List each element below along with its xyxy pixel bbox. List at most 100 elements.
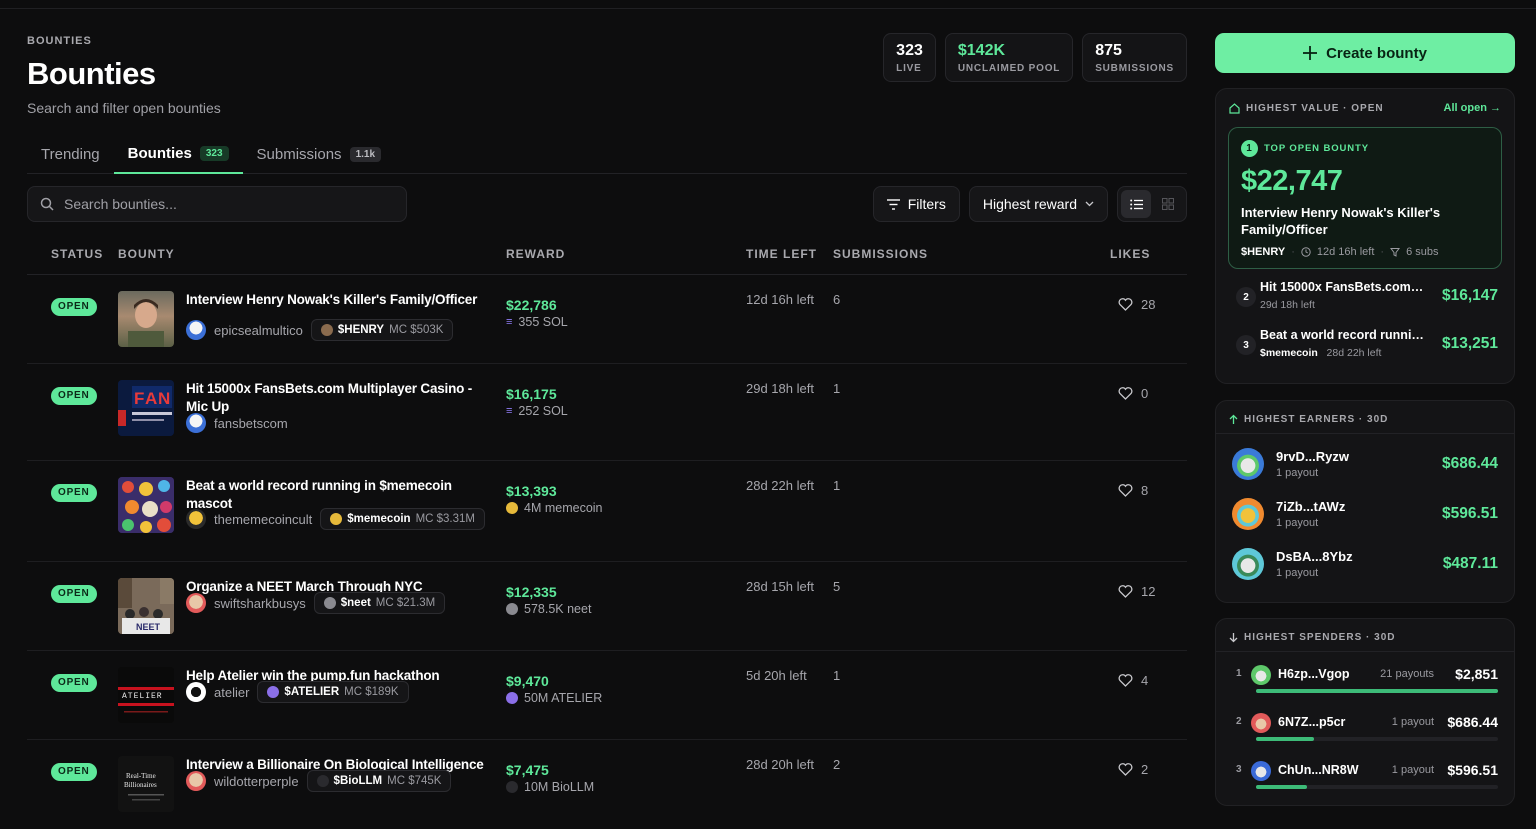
tab-bounties[interactable]: Bounties 323 bbox=[113, 135, 243, 174]
token-icon bbox=[267, 686, 280, 698]
col-likes[interactable]: LIKES bbox=[1110, 247, 1150, 261]
list-view-button[interactable] bbox=[1121, 190, 1151, 218]
bounty-meta: atelier $ATELIER MC $189K bbox=[186, 681, 409, 703]
table-row[interactable]: OPEN ATELIER Help Atelier win the pump.f… bbox=[27, 651, 1187, 740]
like-button[interactable]: 0 bbox=[1118, 386, 1148, 401]
ranked-bounty[interactable]: 2 Hit 15000x FansBets.com Multiplayer Ca… bbox=[1228, 273, 1502, 321]
time-left: 28d 20h left bbox=[746, 757, 814, 772]
token-symbol: $neet bbox=[340, 597, 371, 609]
earner-amount: $596.51 bbox=[1441, 505, 1498, 522]
spender-amount: $686.44 bbox=[1447, 714, 1498, 730]
top-bounty-card[interactable]: 1 TOP OPEN BOUNTY $22,747 Interview Henr… bbox=[1228, 127, 1502, 269]
bounty-meta: fansbetscom bbox=[186, 413, 288, 433]
table-row[interactable]: OPEN Beat a world record running in $mem… bbox=[27, 461, 1187, 562]
top-bounty-caption: TOP OPEN BOUNTY bbox=[1264, 143, 1369, 154]
table-row[interactable]: OPEN Interview Henry Nowak's Killer's Fa… bbox=[27, 275, 1187, 364]
creator-handle[interactable]: fansbetscom bbox=[214, 416, 288, 431]
earner-row[interactable]: DsBA...8Ybz 1 payout $487.11 bbox=[1228, 540, 1502, 590]
neet-icon bbox=[506, 603, 518, 615]
grid-view-button[interactable] bbox=[1153, 190, 1183, 218]
filter-icon bbox=[886, 198, 900, 210]
token-chip[interactable]: $HENRY MC $503K bbox=[310, 319, 454, 341]
avatar bbox=[1232, 498, 1264, 530]
spender-row[interactable]: 1 H6zp...Vgop 21 payouts $2,851 bbox=[1228, 658, 1502, 706]
bounty-thumbnail bbox=[118, 291, 174, 347]
rank-badge: 2 bbox=[1236, 287, 1256, 307]
avatar bbox=[1232, 448, 1264, 480]
token-chip[interactable]: $memecoin MC $3.31M bbox=[320, 508, 485, 530]
top-bounty-label: 1 TOP OPEN BOUNTY bbox=[1241, 140, 1489, 157]
heart-icon bbox=[1118, 298, 1133, 311]
col-submissions[interactable]: SUBMISSIONS bbox=[833, 247, 928, 261]
search-input[interactable] bbox=[64, 196, 384, 212]
like-button[interactable]: 2 bbox=[1118, 762, 1148, 777]
creator-handle[interactable]: atelier bbox=[214, 685, 249, 700]
spender-rank: 1 bbox=[1236, 668, 1242, 679]
table-row[interactable]: OPEN NEET Organize a NEET March Through … bbox=[27, 562, 1187, 651]
svg-text:N: N bbox=[158, 389, 170, 408]
spender-payouts: 21 payouts bbox=[1380, 668, 1434, 680]
bounty-meta: thememecoincult $memecoin MC $3.31M bbox=[186, 508, 485, 530]
create-bounty-button[interactable]: Create bounty bbox=[1215, 33, 1515, 73]
creator-handle[interactable]: swiftsharkbusys bbox=[214, 596, 306, 611]
avatar bbox=[1251, 665, 1271, 685]
spender-rank: 3 bbox=[1236, 764, 1242, 775]
col-time-left[interactable]: TIME LEFT bbox=[746, 247, 817, 261]
like-button[interactable]: 4 bbox=[1118, 673, 1148, 688]
grid-icon bbox=[1162, 198, 1174, 210]
all-open-link[interactable]: All open → bbox=[1444, 102, 1501, 114]
panel-title: HIGHEST EARNERS · 30D bbox=[1244, 414, 1389, 425]
page-subtitle: Search and filter open bounties bbox=[27, 100, 221, 116]
submission-count: 1 bbox=[833, 381, 841, 396]
highest-spenders-panel: HIGHEST SPENDERS · 30D 1 H6zp...Vgop 21 … bbox=[1215, 618, 1515, 806]
list-icon bbox=[1129, 199, 1143, 209]
creator-handle[interactable]: wildotterperple bbox=[214, 774, 299, 789]
spender-row[interactable]: 2 6N7Z...p5cr 1 payout $686.44 bbox=[1228, 706, 1502, 754]
table-row[interactable]: OPEN FAN Hit 15000x FansBets.com Multipl… bbox=[27, 364, 1187, 461]
token-chip[interactable]: $BioLLM MC $745K bbox=[306, 770, 452, 792]
earner-row[interactable]: 9rvD...Ryzw 1 payout $686.44 bbox=[1228, 440, 1502, 490]
bounty-title[interactable]: Hit 15000x FansBets.com Multiplayer Casi… bbox=[186, 380, 491, 416]
tab-count-badge: 1.1k bbox=[349, 146, 382, 162]
like-count: 2 bbox=[1141, 762, 1149, 777]
top-bounty-subs: 6 subs bbox=[1406, 246, 1439, 258]
svg-text:NEET: NEET bbox=[136, 622, 161, 632]
solana-icon: ≡ bbox=[506, 316, 513, 328]
clock-icon bbox=[1301, 247, 1311, 257]
stat-label: LIVE bbox=[896, 63, 922, 74]
status-badge: OPEN bbox=[51, 763, 97, 781]
like-button[interactable]: 12 bbox=[1118, 584, 1155, 599]
filters-button[interactable]: Filters bbox=[872, 186, 960, 222]
col-reward[interactable]: REWARD bbox=[506, 247, 565, 261]
creator-handle[interactable]: thememecoincult bbox=[214, 512, 312, 527]
tab-submissions[interactable]: Submissions 1.1k bbox=[243, 135, 396, 173]
reward-token-amount: 578.5K neet bbox=[506, 602, 591, 616]
spender-row[interactable]: 3 ChUn...NR8W 1 payout $596.51 bbox=[1228, 754, 1502, 802]
bounty-meta: wildotterperple $BioLLM MC $745K bbox=[186, 770, 452, 792]
bounty-title[interactable]: Interview Henry Nowak's Killer's Family/… bbox=[186, 291, 491, 309]
earner-row[interactable]: 7iZb...tAWz 1 payout $596.51 bbox=[1228, 490, 1502, 540]
earner-name: 9rvD...Ryzw bbox=[1276, 449, 1349, 464]
reward-token-amount: 50M ATELIER bbox=[506, 691, 602, 705]
token-chip[interactable]: $ATELIER MC $189K bbox=[257, 681, 409, 703]
top-bounty-token: $HENRY bbox=[1241, 246, 1286, 258]
sort-select[interactable]: Highest reward bbox=[968, 186, 1108, 222]
col-status[interactable]: STATUS bbox=[51, 247, 103, 261]
token-chip[interactable]: $neet MC $21.3M bbox=[313, 592, 446, 614]
tab-label: Bounties bbox=[127, 145, 192, 162]
ranked-bounty[interactable]: 3 Beat a world record running in $memeco… bbox=[1228, 321, 1502, 369]
svg-text:Billionaires: Billionaires bbox=[124, 781, 157, 789]
table-row[interactable]: OPEN Real-Time Billionaires Interview a B… bbox=[27, 740, 1187, 829]
col-bounty[interactable]: BOUNTY bbox=[118, 247, 175, 261]
like-button[interactable]: 28 bbox=[1118, 297, 1155, 312]
chevron-down-icon bbox=[1085, 201, 1094, 207]
atelier-icon bbox=[506, 692, 518, 704]
tab-trending[interactable]: Trending bbox=[27, 135, 114, 173]
time-left: 28d 22h left bbox=[746, 478, 814, 493]
spend-bar-fill bbox=[1256, 737, 1315, 741]
like-count: 8 bbox=[1141, 483, 1149, 498]
creator-handle[interactable]: epicsealmultico bbox=[214, 323, 303, 338]
panel-title: HIGHEST VALUE · OPEN bbox=[1246, 102, 1384, 114]
like-button[interactable]: 8 bbox=[1118, 483, 1148, 498]
tab-count-badge: 323 bbox=[199, 146, 229, 161]
